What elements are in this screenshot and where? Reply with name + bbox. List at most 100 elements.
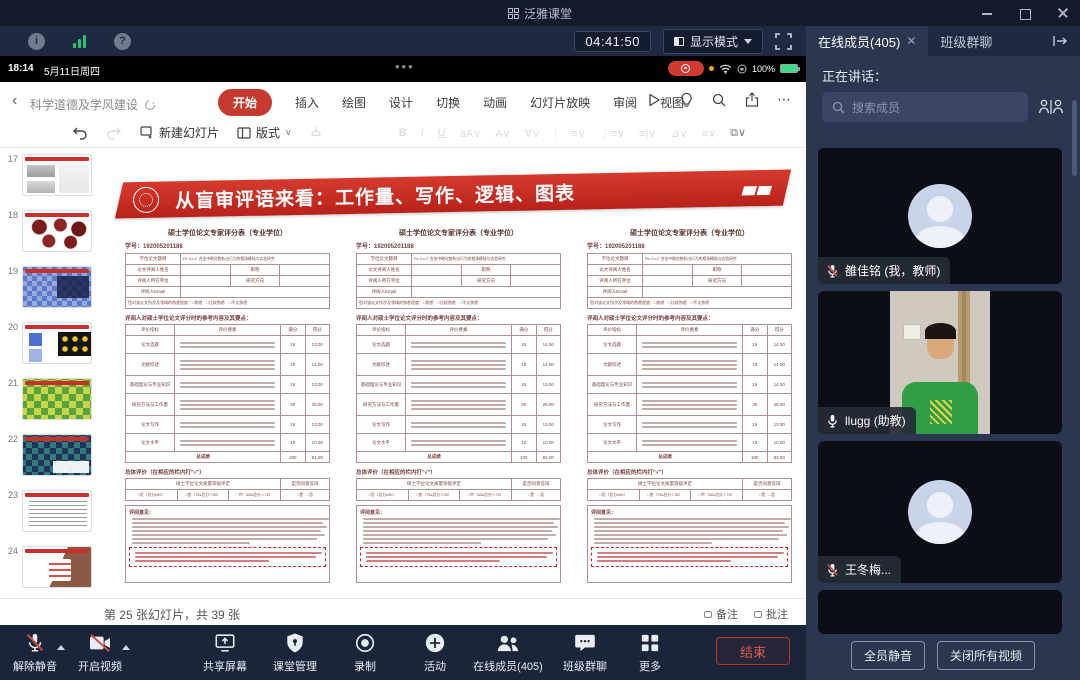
maximize-icon[interactable] — [1018, 6, 1032, 20]
thumbnail-number: 24 — [2, 546, 18, 556]
fullscreen-icon[interactable] — [775, 33, 792, 50]
thumbnail-number: 19 — [2, 266, 18, 276]
format-tools-disabled: BIUaA∨A∨∀∨| ≡∨⋮≡∨≡|∨⊿∨≡∨ ⧉∨ — [399, 126, 746, 140]
ppt-tab-6[interactable]: 幻灯片放映 — [530, 89, 590, 116]
mute-all-button[interactable]: 全员静音 — [851, 641, 925, 670]
app-logo-icon — [508, 8, 519, 19]
orange-dot-icon — [709, 66, 714, 71]
slide-position: 第 25 张幻灯片，共 39 张 — [104, 606, 240, 623]
overall-section-title: 总体评价（在相应的栏内打"√"） — [587, 468, 792, 476]
thumbnail-preview[interactable] — [22, 266, 92, 308]
share-icon[interactable] — [744, 92, 760, 108]
thumbnail-preview[interactable] — [22, 210, 92, 252]
highlighted-comment-box — [129, 547, 326, 567]
overall-section-title: 总体评价（在相应的栏内打"√"） — [125, 468, 330, 476]
member-video-list: 雒佳铭 (我，教师) llugg (助教) 王冬梅... — [818, 148, 1068, 634]
play-icon[interactable] — [646, 92, 662, 108]
document-title: 科学道德及学风建设 — [30, 96, 156, 113]
annotate-toggle[interactable]: 批注 — [754, 606, 788, 622]
close-all-video-button[interactable]: 关闭所有视频 — [937, 641, 1035, 670]
thumbnail-preview[interactable] — [22, 490, 92, 532]
thumbnail-preview[interactable] — [22, 546, 92, 588]
close-members-tab-icon[interactable]: ✕ — [906, 34, 916, 48]
avatar — [908, 480, 972, 544]
thumbnail-preview[interactable] — [22, 434, 92, 476]
device-status-strip: 18:14 5月11日周四 ••• 100% — [0, 56, 806, 82]
thumbnail-preview[interactable] — [22, 154, 92, 196]
ppt-tab-4[interactable]: 切换 — [436, 89, 460, 116]
toolbar-grid-button[interactable]: 更多 — [604, 631, 696, 674]
pointer-icon[interactable] — [310, 126, 322, 140]
members-sidebar: 正在讲话： 搜索成员 雒佳铭 (我，教师) llugg (助教) — [806, 56, 1080, 680]
review-forms: 硕士学位论文专家评分表（专业学位） 学号：192005201188 学位论文题目… — [125, 228, 793, 583]
search-input[interactable]: 搜索成员 — [822, 92, 1028, 122]
avatar — [908, 184, 972, 248]
score-table: 评价指标评价要素 满分得分 论文选题 1514.00 文献综述 1514.00 … — [587, 324, 792, 463]
class-timer: 04:41:50 — [574, 31, 651, 52]
ppt-tab-1[interactable]: 插入 — [295, 89, 319, 116]
lightbulb-icon[interactable] — [679, 92, 694, 108]
ppt-tab-3[interactable]: 设计 — [389, 89, 413, 116]
ppt-ribbon: ‹ 科学道德及学风建设 开始插入绘图设计切换动画幻灯片放映审阅视图 ⋯ — [0, 82, 806, 122]
minimize-icon[interactable] — [980, 6, 994, 20]
banner-logo-icon — [741, 178, 771, 201]
shapes-icon[interactable]: ⧉∨ — [730, 126, 746, 140]
help-icon[interactable]: ? — [114, 33, 131, 50]
member-tile-2[interactable]: llugg (助教) — [818, 291, 1062, 434]
ppt-tab-5[interactable]: 动画 — [483, 89, 507, 116]
thumbnail-number: 21 — [2, 378, 18, 388]
slide-thumbnail-18[interactable]: 18 — [0, 208, 97, 260]
thumbnail-preview[interactable] — [22, 322, 92, 364]
overall-table: 硕士学位论文质量等级评定是否同意答辩 □优（总分≥90）□良（75≤总分＜90）… — [587, 478, 792, 501]
display-mode-button[interactable]: 显示模式 — [663, 29, 763, 54]
toolbar-label: 开启视频 — [54, 658, 146, 674]
slide-thumbnail-17[interactable]: 17 — [0, 152, 97, 204]
chevron-down-icon — [744, 39, 752, 44]
new-slide-button[interactable]: 新建幻灯片 — [140, 124, 219, 141]
window-titlebar: 泛雅课堂 — [0, 0, 1080, 26]
end-class-button[interactable]: 结束 — [716, 637, 790, 665]
thumbnail-preview[interactable] — [22, 378, 92, 420]
ppt-tab-2[interactable]: 绘图 — [342, 89, 366, 116]
slide-thumbnail-20[interactable]: 20 — [0, 320, 97, 372]
member-tile-3[interactable]: 王冬梅... — [818, 441, 1062, 583]
more-icon[interactable]: ⋯ — [777, 91, 792, 108]
tab-class-chat[interactable]: 班级群聊 — [928, 26, 1004, 56]
ppt-tab-0[interactable]: 开始 — [218, 89, 272, 116]
caret-up-icon[interactable] — [122, 645, 130, 650]
device-time: 18:14 — [8, 63, 34, 74]
slide-thumbnail-22[interactable]: 22 — [0, 432, 97, 484]
student-number: 学号：192005201188 — [356, 241, 561, 250]
member-tile-4[interactable] — [818, 590, 1062, 634]
slide-thumbnail-23[interactable]: 23 — [0, 488, 97, 540]
battery-icon — [780, 64, 798, 73]
thumbnail-number: 17 — [2, 154, 18, 164]
redo-icon[interactable] — [106, 126, 122, 140]
sidebar-scrollbar[interactable] — [1072, 100, 1077, 176]
tab-online-members[interactable]: 在线成员(405) ✕ — [806, 26, 928, 56]
signal-icon[interactable] — [73, 35, 86, 48]
info-icon[interactable]: i — [28, 33, 45, 50]
layout-button[interactable]: 版式 ∨ — [237, 124, 292, 141]
slide-thumbnail-24[interactable]: 24 — [0, 544, 97, 596]
member-name: 雒佳铭 (我，教师) — [845, 262, 940, 279]
slide-thumbnail-panel[interactable]: 171819202122232425 — [0, 148, 97, 598]
sort-members-icon[interactable] — [1038, 98, 1064, 116]
new-slide-icon — [140, 126, 154, 139]
search-icon[interactable] — [711, 92, 727, 108]
member-tile-1[interactable]: 雒佳铭 (我，教师) — [818, 148, 1062, 284]
slide-thumbnail-21[interactable]: 21 — [0, 376, 97, 428]
slide-thumbnail-19[interactable]: 19 — [0, 264, 97, 316]
ribbon-tabs: 开始插入绘图设计切换动画幻灯片放映审阅视图 — [218, 89, 684, 116]
device-date: 5月11日周四 — [44, 63, 100, 78]
member-name-badge: 雒佳铭 (我，教师) — [818, 257, 950, 284]
toolbar-camera-off-button[interactable]: 开启视频 — [54, 631, 146, 674]
ppt-tab-7[interactable]: 审阅 — [613, 89, 637, 116]
form-title: 硕士学位论文专家评分表（专业学位） — [125, 228, 330, 238]
notes-toggle[interactable]: 备注 — [704, 606, 738, 622]
undo-icon[interactable] — [72, 126, 88, 140]
back-chevron-icon[interactable]: ‹ — [12, 92, 17, 110]
close-icon[interactable] — [1056, 6, 1070, 20]
form-info-table: 学位论文题目Fe-Co-C 合金中碳化物析出行为的相场模拟与实验研究 论文评阅人… — [356, 253, 561, 309]
collapse-panel-icon[interactable] — [1052, 26, 1080, 56]
